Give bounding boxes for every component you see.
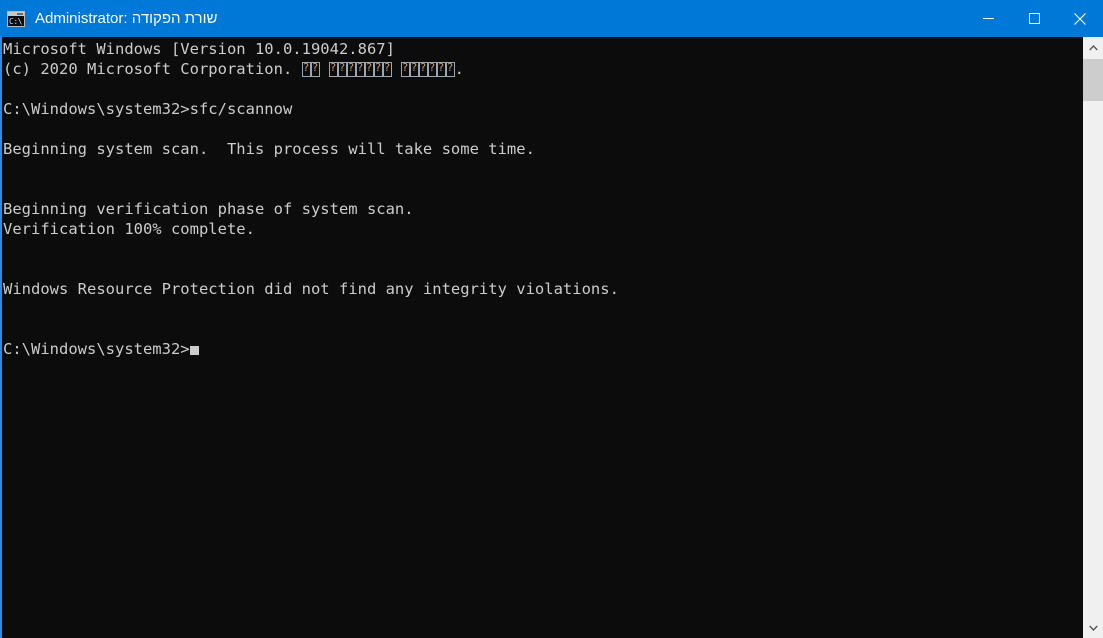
title-bar[interactable]: C:\ Administrator: שורת הפקודה xyxy=(0,0,1103,37)
window-controls xyxy=(965,0,1103,37)
missing-glyph-box xyxy=(427,62,437,77)
text-cursor xyxy=(189,346,199,355)
command-prompt-icon[interactable]: C:\ xyxy=(7,10,25,27)
console-window: C:\ Administrator: שורת הפקודה Microsoft… xyxy=(0,0,1103,638)
scroll-down-button[interactable] xyxy=(1083,617,1103,638)
missing-glyph-box xyxy=(355,62,365,77)
icon-prompt-text: C:\ xyxy=(9,16,22,26)
missing-glyph-box xyxy=(364,62,374,77)
minimize-button[interactable] xyxy=(965,0,1011,37)
missing-glyph-box xyxy=(328,62,338,77)
missing-glyph-box xyxy=(400,62,410,77)
missing-glyph-box xyxy=(445,62,455,77)
console-line: Beginning system scan. This process will… xyxy=(3,140,535,158)
console-line: Verification 100% complete. xyxy=(3,220,255,238)
missing-glyph-box xyxy=(301,62,311,77)
vertical-scrollbar[interactable] xyxy=(1082,37,1103,638)
missing-glyph-box xyxy=(418,62,428,77)
console-output[interactable]: Microsoft Windows [Version 10.0.19042.86… xyxy=(2,37,1082,638)
console-line: Windows Resource Protection did not find… xyxy=(3,280,619,298)
scroll-up-button[interactable] xyxy=(1083,37,1103,58)
console-line: Beginning verification phase of system s… xyxy=(3,200,414,218)
console-line: Microsoft Windows [Version 10.0.19042.86… xyxy=(3,40,395,58)
scrollbar-thumb[interactable] xyxy=(1083,59,1103,101)
minimize-icon xyxy=(982,18,994,19)
missing-glyph-box xyxy=(373,62,383,77)
chevron-down-icon xyxy=(1088,625,1098,631)
missing-glyph-box xyxy=(436,62,446,77)
missing-glyph-box xyxy=(337,62,347,77)
console-line: (c) 2020 Microsoft Corporation. . xyxy=(3,59,1082,79)
console-body: Microsoft Windows [Version 10.0.19042.86… xyxy=(2,37,1103,638)
chevron-up-icon xyxy=(1088,44,1098,50)
missing-glyph-box xyxy=(346,62,356,77)
console-line: C:\Windows\system32> xyxy=(3,339,1082,359)
missing-glyph-box xyxy=(382,62,392,77)
maximize-button[interactable] xyxy=(1011,0,1057,37)
window-title: Administrator: שורת הפקודה xyxy=(35,10,218,27)
scrollbar-track[interactable] xyxy=(1083,58,1103,617)
missing-glyph-box xyxy=(409,62,419,77)
console-line: C:\Windows\system32>sfc/scannow xyxy=(3,100,293,118)
maximize-icon xyxy=(1028,13,1040,24)
missing-glyph-box xyxy=(310,62,320,77)
close-button[interactable] xyxy=(1057,0,1103,37)
close-icon xyxy=(1074,12,1086,25)
